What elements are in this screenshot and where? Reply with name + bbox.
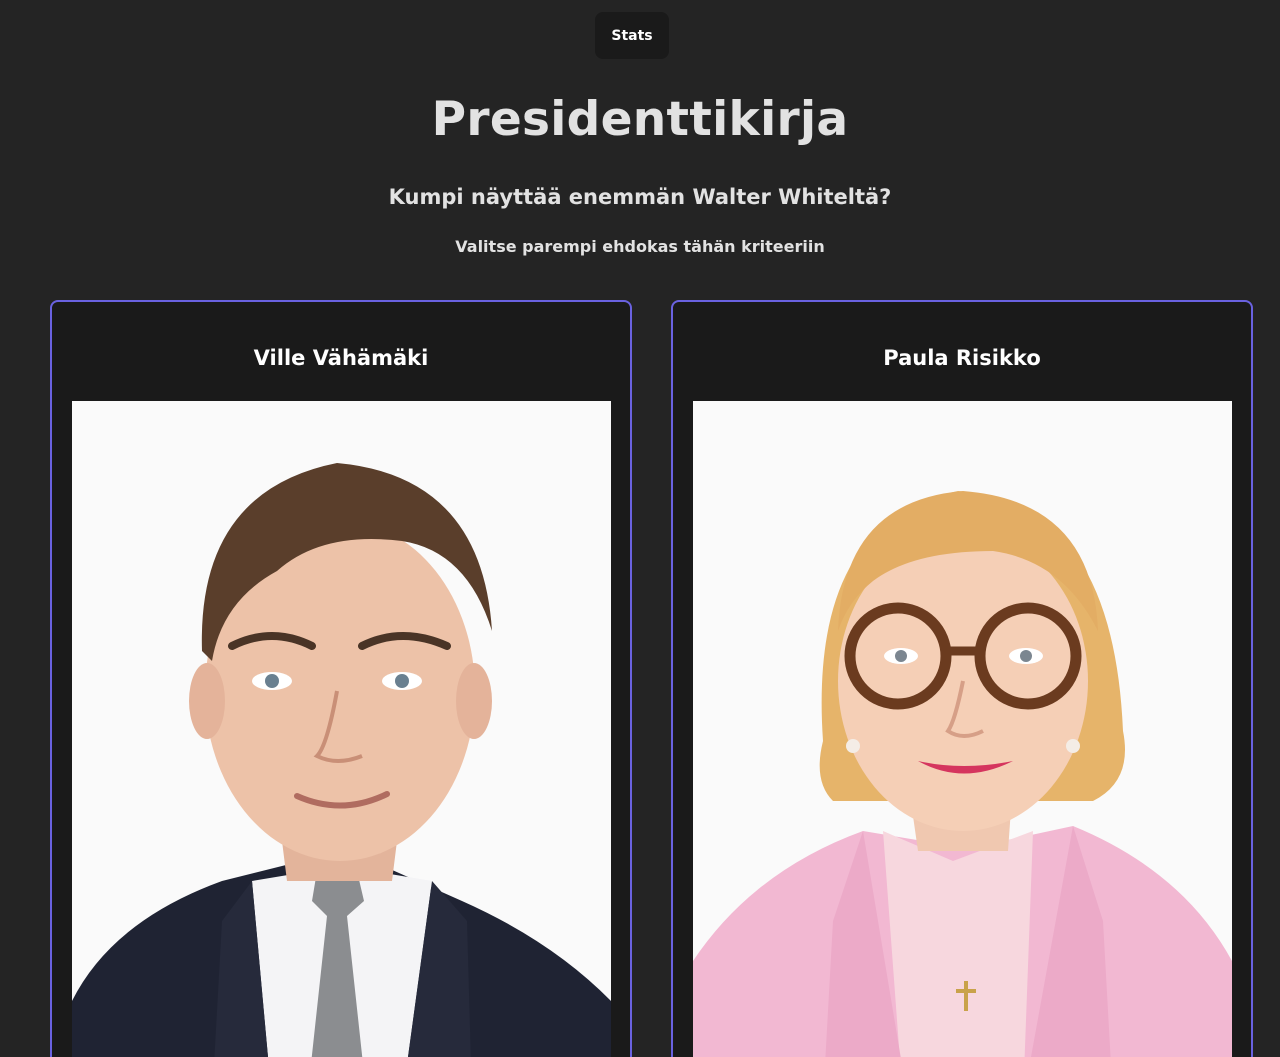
question-text: Kumpi näyttää enemmän Walter Whiteltä? <box>388 185 892 209</box>
woman-portrait-illustration <box>693 401 1232 1057</box>
man-portrait-illustration <box>72 401 611 1057</box>
candidate-photo[interactable] <box>72 401 611 1057</box>
candidate-name: Ville Vähämäki <box>253 346 429 370</box>
candidate-card-right[interactable]: Paula Risikko <box>671 300 1253 1057</box>
stats-button[interactable]: Stats <box>595 12 669 59</box>
candidate-card-left[interactable]: Ville Vähämäki <box>50 300 632 1057</box>
candidate-name: Paula Risikko <box>883 346 1041 370</box>
instruction-text: Valitse parempi ehdokas tähän kriteeriin <box>455 237 825 256</box>
candidate-photo[interactable] <box>693 401 1232 1057</box>
page-title: Presidenttikirja <box>431 92 849 147</box>
page: Stats Presidenttikirja Kumpi näyttää ene… <box>0 0 1280 1057</box>
